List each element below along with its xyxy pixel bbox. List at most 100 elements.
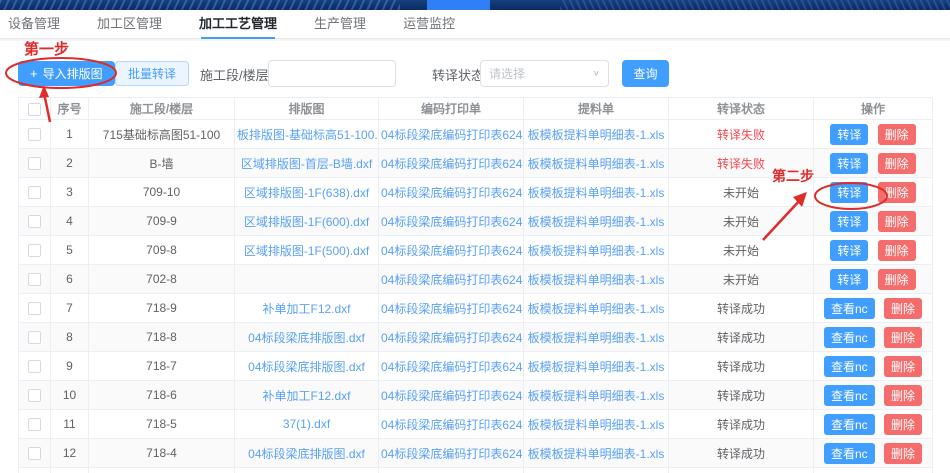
query-button[interactable]: 查询	[622, 60, 669, 87]
row-checkbox[interactable]	[28, 389, 41, 402]
row-checkbox[interactable]	[28, 302, 41, 315]
import-layout-button[interactable]: + 导入排版图	[18, 61, 115, 86]
seq-cell: 7	[51, 294, 89, 323]
print-sheet-link[interactable]: 04标段梁底编码打印表624.xlsx .	[379, 178, 524, 207]
delete-button[interactable]: 删除	[878, 124, 916, 145]
layout-file-link[interactable]: 04标段梁底排版图.dxf	[235, 352, 379, 381]
nav-tab-2[interactable]: 加工工艺管理	[199, 10, 277, 38]
material-sheet-link[interactable]: 板模板提料单明细表-1.xls	[524, 323, 669, 352]
row-checkbox[interactable]	[28, 273, 41, 286]
primary-action-button[interactable]: 查看nc	[824, 298, 875, 319]
print-sheet-link[interactable]: 04标段梁底编码打印表624.xlsx .	[379, 149, 524, 178]
delete-button[interactable]: 删除	[884, 443, 922, 464]
print-sheet-link[interactable]: 04标段梁底编码打印表624.xlsx .	[379, 294, 524, 323]
primary-action-button[interactable]: 查看nc	[824, 327, 875, 348]
layout-file-link[interactable]: 区域排版图-1F(638).dxf	[235, 178, 379, 207]
layout-file-link[interactable]: 区域排版图-首层-B墙.dxf	[235, 149, 379, 178]
row-checkbox[interactable]	[28, 331, 41, 344]
actions-cell: 转译 删除	[814, 236, 933, 265]
delete-button[interactable]: 删除	[884, 385, 922, 406]
layout-file-link[interactable]: 板排版图-基础标高51-100.dxf	[235, 120, 379, 149]
print-sheet-link[interactable]: 04标段梁底编码打印表624.xlsx .	[379, 120, 524, 149]
delete-button[interactable]: 删除	[884, 356, 922, 377]
print-sheet-link[interactable]: 04标段梁底编码打印表624.xlsx .	[379, 236, 524, 265]
primary-action-button[interactable]: 查看nc	[824, 443, 875, 464]
print-sheet-link[interactable]: 04标段梁底编码打印表624.xlsx .	[379, 439, 524, 468]
print-sheet-link[interactable]: 04标段梁底编码打印表624.xlsx .	[379, 323, 524, 352]
actions-cell: 查看nc 删除	[814, 323, 933, 352]
material-sheet-link[interactable]: 板模板提料单明细表-1.xls	[524, 265, 669, 294]
nav-tab-3[interactable]: 生产管理	[314, 10, 366, 38]
status-cell: 转译成功	[669, 439, 814, 468]
layout-file-link[interactable]: 04标段梁底排版图.dxf	[235, 439, 379, 468]
status-cell: 未开始	[669, 207, 814, 236]
primary-action-button[interactable]: 转译	[830, 153, 868, 174]
row-checkbox[interactable]	[28, 447, 41, 460]
row-checkbox[interactable]	[28, 244, 41, 257]
status-cell: 转译成功	[669, 381, 814, 410]
material-sheet-link[interactable]: 板模板提料单明细表-1.xls	[524, 439, 669, 468]
material-sheet-link[interactable]: 板模板提料单明细表-1.xls	[524, 294, 669, 323]
nav-tab-0[interactable]: 设备管理	[8, 10, 60, 38]
primary-action-button[interactable]: 查看nc	[824, 414, 875, 435]
layout-file-link[interactable]	[235, 265, 379, 294]
primary-action-button[interactable]: 转译	[830, 211, 868, 232]
nav-tab-4[interactable]: 运营监控	[403, 10, 455, 38]
header-section: 施工段/楼层	[89, 98, 235, 120]
primary-action-button[interactable]: 转译	[830, 240, 868, 261]
material-sheet-link[interactable]: 板模板提料单明细表-1.xls	[524, 207, 669, 236]
import-layout-label: 导入排版图	[43, 65, 103, 82]
print-sheet-link[interactable]: 04标段梁底编码打印表624.xlsx .	[379, 207, 524, 236]
row-checkbox[interactable]	[28, 186, 41, 199]
status-cell: 转译成功	[669, 352, 814, 381]
section-cell: 709-10	[89, 178, 235, 207]
nav-tab-1[interactable]: 加工区管理	[97, 10, 162, 38]
delete-button[interactable]: 删除	[884, 414, 922, 435]
delete-button[interactable]: 删除	[878, 211, 916, 232]
delete-button[interactable]: 删除	[878, 269, 916, 290]
seq-cell: 6	[51, 265, 89, 294]
actions-cell: 转译 删除	[814, 149, 933, 178]
material-sheet-link[interactable]: 板模板提料单明细表-1.xls	[524, 352, 669, 381]
translate-status-select[interactable]: 请选择 ∨	[480, 60, 609, 87]
plus-icon: +	[30, 66, 38, 81]
layout-file-link[interactable]: 04标段梁底排版图.dxf	[235, 323, 379, 352]
material-sheet-link[interactable]: 板模板提料单明细表-1.xls	[524, 236, 669, 265]
layout-file-link[interactable]: 37(1).dxf	[235, 410, 379, 439]
layout-file-link[interactable]: 补单加工F12.dxf	[235, 294, 379, 323]
seq-cell: 8	[51, 323, 89, 352]
layout-file-link[interactable]: 区域排版图-1F(600).dxf	[235, 207, 379, 236]
primary-action-button[interactable]: 转译	[830, 182, 868, 203]
print-sheet-link[interactable]: 04标段梁底编码打印表624.xlsx .	[379, 352, 524, 381]
material-sheet-link[interactable]: 板模板提料单明细表-1.xls	[524, 120, 669, 149]
row-checkbox[interactable]	[28, 157, 41, 170]
delete-button[interactable]: 删除	[878, 240, 916, 261]
layout-file-link[interactable]: 补单加工F12.dxf	[235, 381, 379, 410]
layout-file-link[interactable]: 区域排版图-1F(500).dxf	[235, 236, 379, 265]
print-sheet-link[interactable]: 04标段梁底编码打印表624.xlsx .	[379, 410, 524, 439]
batch-translate-button[interactable]: 批量转译	[115, 61, 189, 86]
material-sheet-link[interactable]: 板模板提料单明细表-1.xls	[524, 381, 669, 410]
section-floor-input[interactable]	[268, 60, 396, 87]
primary-action-button[interactable]: 转译	[830, 269, 868, 290]
delete-button[interactable]: 删除	[878, 182, 916, 203]
material-sheet-link[interactable]: 板模板提料单明细表-1.xls	[524, 178, 669, 207]
row-checkbox[interactable]	[28, 128, 41, 141]
delete-button[interactable]: 删除	[884, 327, 922, 348]
print-sheet-link[interactable]: 04标段梁底编码打印表624.xlsx .	[379, 381, 524, 410]
section-cell: 702-8	[89, 265, 235, 294]
primary-action-button[interactable]: 查看nc	[824, 356, 875, 377]
material-sheet-link[interactable]: 板模板提料单明细表-1.xls	[524, 149, 669, 178]
row-checkbox[interactable]	[28, 215, 41, 228]
select-placeholder: 请选择	[489, 65, 525, 82]
row-checkbox[interactable]	[28, 418, 41, 431]
primary-action-button[interactable]: 转译	[830, 124, 868, 145]
header-layout: 排版图	[235, 98, 379, 120]
print-sheet-link[interactable]: 04标段梁底编码打印表624.xlsx .	[379, 265, 524, 294]
row-checkbox[interactable]	[28, 360, 41, 373]
material-sheet-link[interactable]: 板模板提料单明细表-1.xls	[524, 410, 669, 439]
delete-button[interactable]: 删除	[878, 153, 916, 174]
primary-action-button[interactable]: 查看nc	[824, 385, 875, 406]
select-all-checkbox[interactable]	[28, 103, 41, 116]
delete-button[interactable]: 删除	[884, 298, 922, 319]
